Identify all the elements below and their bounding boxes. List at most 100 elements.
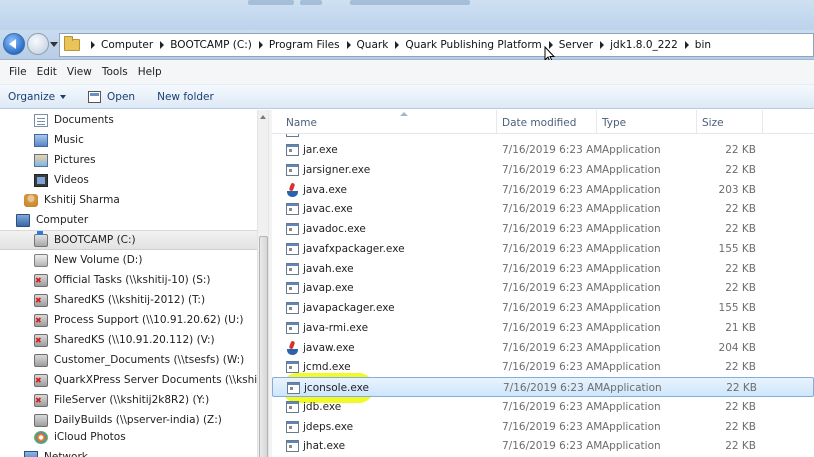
file-row[interactable]: jar.exe 7/16/2019 6:23 AM Application 22 KB xyxy=(272,140,814,160)
nav-item-label: iCloud Photos xyxy=(54,431,126,443)
breadcrumb-item[interactable]: Quark Publishing Platform xyxy=(405,39,541,51)
breadcrumb-separator-icon[interactable] xyxy=(160,41,165,49)
nav-item[interactable]: iCloud Photos xyxy=(0,427,257,447)
menu-view[interactable]: View xyxy=(62,66,97,78)
file-date-modified: 7/16/2019 6:23 AM xyxy=(502,321,603,334)
nav-item[interactable]: SharedKS (\\kshitij-2012) (T:) xyxy=(0,290,257,310)
nav-item[interactable]: Videos xyxy=(0,170,257,190)
file-date-modified: 7/16/2019 6:23 AM xyxy=(502,400,603,413)
file-row[interactable]: javap.exe 7/16/2019 6:23 AM Application 22 … xyxy=(272,278,814,298)
file-row[interactable]: java.exe 7/16/2019 6:23 AM Application 203 … xyxy=(272,180,814,200)
breadcrumb-item[interactable]: BOOTCAMP (C:) xyxy=(170,39,252,51)
nav-item[interactable]: Kshitij Sharma xyxy=(0,190,257,210)
breadcrumb-item[interactable]: Computer xyxy=(101,39,153,51)
nav-item[interactable]: BOOTCAMP (C:) xyxy=(0,230,257,250)
nav-item[interactable]: Documents xyxy=(0,110,257,130)
file-row[interactable]: javadoc.exe 7/16/2019 6:23 AM Application 2… xyxy=(272,219,814,239)
nav-item[interactable]: FileServer (\\kshitij2k8R2) (Y:) xyxy=(0,390,257,410)
nav-item[interactable]: SharedKS (\\10.91.20.112) (V:) xyxy=(0,330,257,350)
nav-item-label: Kshitij Sharma xyxy=(44,194,120,206)
file-row[interactable]: javapackager.exe 7/16/2019 6:23 AM Applica… xyxy=(272,298,814,318)
disconnected-network-drive-icon xyxy=(34,393,48,407)
file-row[interactable]: jhat.exe 7/16/2019 6:23 AM Application 22 K… xyxy=(272,436,814,456)
column-header-type[interactable]: Type xyxy=(602,117,626,129)
back-button[interactable] xyxy=(3,33,25,55)
menu-edit[interactable]: Edit xyxy=(32,66,62,78)
file-size: 22 KB xyxy=(725,282,756,295)
breadcrumb-item[interactable]: Server xyxy=(559,39,593,51)
file-date-modified: 7/16/2019 6:23 AM xyxy=(503,382,604,394)
breadcrumb-item[interactable]: Quark xyxy=(357,39,389,51)
nav-item-label: Music xyxy=(54,134,84,146)
file-type: Application xyxy=(602,302,661,314)
breadcrumb-separator-icon[interactable] xyxy=(91,41,95,49)
file-type: Application xyxy=(602,223,661,235)
folder-icon xyxy=(64,36,80,51)
breadcrumb-item[interactable]: jdk1.8.0_222 xyxy=(610,39,678,51)
breadcrumb-separator-icon[interactable] xyxy=(684,41,689,49)
nav-item[interactable]: Official Tasks (\\kshitij-10) (S:) xyxy=(0,270,257,290)
menu-file[interactable]: File xyxy=(4,66,32,78)
nav-item-label: DailyBuilds (\\pserver-india) (Z:) xyxy=(54,414,222,426)
menu-help[interactable]: Help xyxy=(133,66,167,78)
java-app-icon xyxy=(286,183,299,197)
recent-pages-dropdown[interactable] xyxy=(50,42,58,47)
column-header-name[interactable]: Name xyxy=(286,117,317,129)
nav-item[interactable]: Customer_Documents (\\tsesfs) (W:) xyxy=(0,350,257,370)
file-row[interactable]: jdeps.exe 7/16/2019 6:23 AM Application 22 … xyxy=(272,417,814,437)
breadcrumb-item[interactable]: Program Files xyxy=(269,39,340,51)
column-header-row: Name Date modified Type Size xyxy=(272,110,814,134)
column-header-date-modified[interactable]: Date modified xyxy=(502,117,576,129)
nav-item[interactable]: Process Support (\\10.91.20.62) (U:) xyxy=(0,310,257,330)
organize-button[interactable]: Organize xyxy=(8,91,67,103)
file-type: Application xyxy=(602,321,661,334)
address-bar[interactable]: Computer BOOTCAMP (C:) Program Files Quark Q… xyxy=(59,33,814,57)
column-header-size[interactable]: Size xyxy=(702,117,724,129)
menu-tools[interactable]: Tools xyxy=(97,66,133,78)
breadcrumb-separator-icon[interactable] xyxy=(395,41,400,49)
disconnected-network-drive-icon xyxy=(34,373,48,387)
file-row[interactable]: jcmd.exe 7/16/2019 6:23 AM Application 22 K… xyxy=(272,357,814,377)
file-date-modified: 7/16/2019 6:23 AM xyxy=(502,183,603,196)
file-row[interactable]: java-rmi.exe 7/16/2019 6:23 AM Application… xyxy=(272,318,814,338)
title-bar-artifact xyxy=(350,0,470,5)
menu-bar: File Edit View Tools Help xyxy=(0,60,814,84)
breadcrumb-separator-icon[interactable] xyxy=(600,41,605,49)
file-date-modified: 7/16/2019 6:23 AM xyxy=(502,163,603,176)
breadcrumb-separator-icon[interactable] xyxy=(258,41,263,49)
file-name: javap.exe xyxy=(303,282,354,295)
application-icon xyxy=(286,262,299,275)
application-icon xyxy=(286,400,299,413)
file-row[interactable]: jconsole.exe 7/16/2019 6:23 AM Application… xyxy=(272,377,814,397)
new-folder-button[interactable]: New folder xyxy=(157,91,214,103)
forward-button[interactable] xyxy=(27,33,49,55)
file-row[interactable]: javaw.exe 7/16/2019 6:23 AM Application 204… xyxy=(272,338,814,358)
nav-item-label: Network xyxy=(44,451,88,457)
breadcrumb-separator-icon[interactable] xyxy=(346,41,351,49)
nav-item[interactable]: New Volume (D:) xyxy=(0,250,257,270)
file-row[interactable]: javah.exe 7/16/2019 6:23 AM Application 22 … xyxy=(272,259,814,279)
nav-item[interactable]: Music xyxy=(0,130,257,150)
navigation-scrollbar[interactable] xyxy=(257,110,268,457)
file-row[interactable]: javac.exe 7/16/2019 6:23 AM Application 22 … xyxy=(272,199,814,219)
file-name: jhat.exe xyxy=(303,440,346,453)
java-app-icon xyxy=(286,341,299,355)
file-size: 22 KB xyxy=(726,382,757,394)
file-type: Application xyxy=(602,183,661,196)
nav-item[interactable]: Network xyxy=(0,447,257,457)
file-name: jdb.exe xyxy=(303,400,342,413)
sort-ascending-icon xyxy=(400,112,408,116)
file-row[interactable]: jdb.exe 7/16/2019 6:23 AM Application 22 KB xyxy=(272,397,814,417)
open-button[interactable]: Open xyxy=(88,90,135,103)
breadcrumb-item[interactable]: bin xyxy=(695,39,711,51)
file-row[interactable]: javafxpackager.exe 7/16/2019 6:23 AM Appli… xyxy=(272,239,814,259)
file-name: jdeps.exe xyxy=(303,420,354,433)
file-size: 22 KB xyxy=(725,203,756,216)
nav-item[interactable]: Pictures xyxy=(0,150,257,170)
nav-item[interactable]: QuarkXPress Server Documents (\\kshitij2… xyxy=(0,370,268,390)
scrollbar-thumb[interactable] xyxy=(259,236,268,457)
file-type: Application xyxy=(602,420,661,433)
nav-item[interactable]: Computer xyxy=(0,210,257,230)
scroll-up-icon[interactable] xyxy=(260,115,266,119)
file-row[interactable]: jarsigner.exe 7/16/2019 6:23 AM Applicatio… xyxy=(272,160,814,180)
